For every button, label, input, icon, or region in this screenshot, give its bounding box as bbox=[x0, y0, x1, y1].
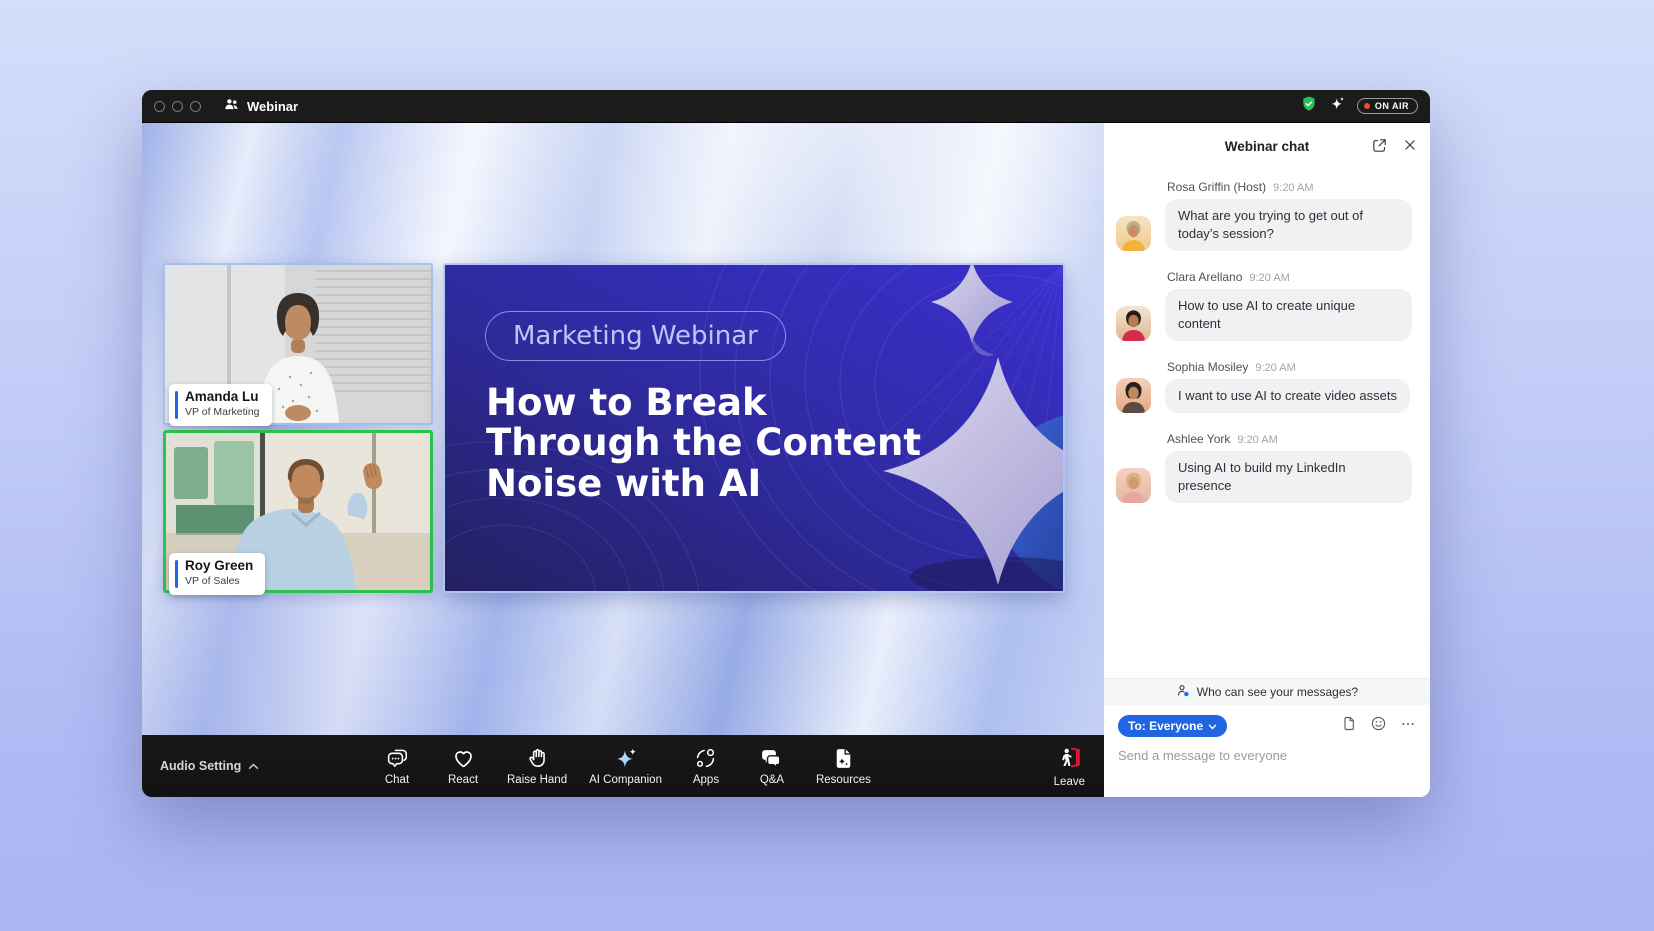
window-close-button[interactable] bbox=[154, 101, 165, 112]
app-title: Webinar bbox=[223, 97, 298, 115]
message-bubble: What are you trying to get out of today’… bbox=[1165, 199, 1412, 251]
titlebar: Webinar ON AIR bbox=[142, 90, 1430, 123]
desktop: Webinar ON AIR bbox=[0, 0, 1654, 931]
message-time: 9:20 AM bbox=[1255, 362, 1295, 374]
name-tag-amanda: Amanda Lu VP of Marketing bbox=[169, 384, 272, 426]
message-author: Clara Arellano bbox=[1167, 270, 1242, 284]
window-controls bbox=[154, 101, 201, 112]
emoji-icon[interactable] bbox=[1370, 715, 1387, 737]
qa-bubbles-icon bbox=[759, 746, 784, 771]
chat-message-list[interactable]: Rosa Griffin (Host) 9:20 AM What are you … bbox=[1104, 170, 1430, 678]
audio-setting-button[interactable]: Audio Setting bbox=[160, 759, 259, 773]
participant-role: VP of Sales bbox=[185, 575, 253, 589]
leave-button[interactable]: Leave bbox=[1054, 735, 1085, 797]
raise-hand-button[interactable]: Raise Hand bbox=[496, 746, 578, 786]
qa-button[interactable]: Q&A bbox=[739, 746, 805, 786]
shared-slide: Marketing Webinar How to Break Through t… bbox=[443, 263, 1065, 593]
chat-panel-title: Webinar chat bbox=[1225, 139, 1310, 154]
ai-companion-button[interactable]: AI Companion bbox=[578, 746, 673, 786]
raised-hand-icon bbox=[525, 746, 550, 771]
window-minimize-button[interactable] bbox=[172, 101, 183, 112]
file-icon[interactable] bbox=[1341, 715, 1357, 737]
message-bubble: I want to use AI to create video assets bbox=[1165, 379, 1410, 413]
participant-role: VP of Marketing bbox=[185, 406, 260, 420]
avatar bbox=[1116, 306, 1151, 341]
more-options-icon[interactable] bbox=[1400, 716, 1416, 737]
message-author: Rosa Griffin (Host) bbox=[1167, 180, 1266, 194]
apps-circles-icon bbox=[693, 746, 718, 771]
slide-badge: Marketing Webinar bbox=[485, 311, 786, 361]
pop-out-icon[interactable] bbox=[1371, 137, 1388, 157]
message-time: 9:20 AM bbox=[1249, 272, 1289, 284]
to-everyone-selector[interactable]: To: Everyone bbox=[1118, 715, 1227, 737]
window-title: Webinar bbox=[247, 99, 298, 114]
participant-name: Amanda Lu bbox=[185, 389, 260, 406]
video-stage: Amanda Lu VP of Marketing Roy Green VP o… bbox=[142, 123, 1104, 797]
chat-message-input[interactable] bbox=[1104, 737, 1430, 797]
message-time: 9:20 AM bbox=[1273, 182, 1313, 194]
chevron-down-icon bbox=[1208, 719, 1217, 733]
close-icon[interactable] bbox=[1403, 138, 1417, 155]
verified-shield-icon[interactable] bbox=[1300, 95, 1318, 118]
message-author: Sophia Mosiley bbox=[1167, 360, 1248, 374]
webinar-window: Webinar ON AIR bbox=[142, 90, 1430, 797]
react-button[interactable]: React bbox=[430, 746, 496, 786]
window-zoom-button[interactable] bbox=[190, 101, 201, 112]
meeting-toolbar: Audio Setting bbox=[142, 735, 1104, 797]
webinar-chat-panel: Webinar chat bbox=[1104, 123, 1430, 797]
apps-button[interactable]: Apps bbox=[673, 746, 739, 786]
person-privacy-icon bbox=[1176, 683, 1191, 701]
chevron-up-icon bbox=[248, 759, 259, 773]
chat-message: Ashlee York 9:20 AM Using AI to build my … bbox=[1116, 432, 1412, 503]
document-sparkle-icon bbox=[831, 746, 856, 771]
message-time: 9:20 AM bbox=[1237, 434, 1277, 446]
message-bubble: Using AI to build my LinkedIn presence bbox=[1165, 451, 1412, 503]
message-author: Ashlee York bbox=[1167, 432, 1230, 446]
heart-icon bbox=[451, 746, 476, 771]
on-air-dot bbox=[1364, 103, 1370, 109]
chat-message: Rosa Griffin (Host) 9:20 AM What are you … bbox=[1116, 180, 1412, 251]
compose-row: To: Everyone bbox=[1104, 705, 1430, 737]
sparkle-icon bbox=[613, 746, 639, 771]
privacy-note[interactable]: Who can see your messages? bbox=[1104, 678, 1430, 705]
name-tag-roy: Roy Green VP of Sales bbox=[169, 553, 265, 595]
participants-icon bbox=[223, 97, 240, 115]
chat-message: Clara Arellano 9:20 AM How to use AI to c… bbox=[1116, 270, 1412, 341]
on-air-badge: ON AIR bbox=[1357, 98, 1418, 114]
avatar bbox=[1116, 468, 1151, 503]
avatar bbox=[1116, 216, 1151, 251]
chat-message: Sophia Mosiley 9:20 AM I want to use AI t… bbox=[1116, 360, 1412, 413]
message-bubble: How to use AI to create unique content bbox=[1165, 289, 1412, 341]
slide-title: How to Break Through the Content Noise w… bbox=[486, 383, 921, 504]
avatar bbox=[1116, 378, 1151, 413]
resources-button[interactable]: Resources bbox=[805, 746, 882, 786]
ai-sparkle-icon[interactable] bbox=[1329, 95, 1346, 117]
chat-button[interactable]: Chat bbox=[364, 746, 430, 786]
chat-bubbles-icon bbox=[385, 746, 410, 771]
leave-door-icon bbox=[1057, 745, 1082, 773]
participant-name: Roy Green bbox=[185, 558, 253, 575]
